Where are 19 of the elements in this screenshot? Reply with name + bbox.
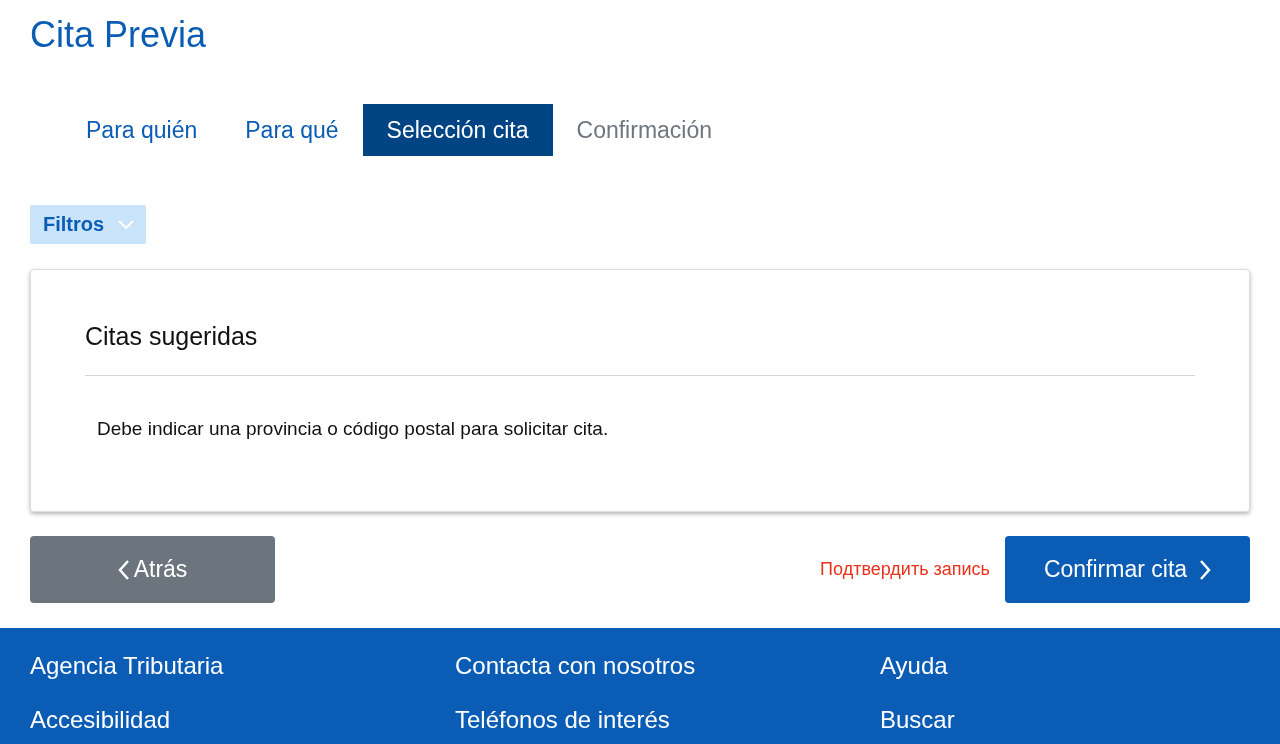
confirm-button[interactable]: Confirmar cita (1005, 536, 1250, 603)
info-message: Debe indicar una provincia o código postal para solicitar cita. (97, 418, 610, 440)
chevron-right-icon (1199, 558, 1212, 581)
step-tab[interactable]: Para qué (221, 104, 363, 156)
footer-link[interactable]: Agencia Tributaria (30, 652, 455, 680)
footer-link[interactable]: Accesibilidad (30, 706, 455, 734)
page-title: Cita Previa (30, 13, 208, 57)
step-tab[interactable]: Para quién (62, 104, 222, 156)
filters-button[interactable]: Filtros (30, 205, 147, 244)
confirm-note: Подтвердить запись (820, 559, 990, 580)
chevron-left-icon (117, 558, 130, 581)
footer-link[interactable]: Contacta con nosotros (455, 652, 880, 680)
footer-link[interactable]: Ayuda (880, 652, 1250, 680)
back-button[interactable]: Atrás (30, 536, 275, 603)
chevron-icon (118, 219, 135, 230)
footer-link[interactable]: Buscar (880, 706, 1250, 734)
step-tab[interactable]: Selección cita (362, 104, 553, 156)
card-title: Citas sugeridas (85, 322, 1195, 376)
footer-link[interactable]: Teléfonos de interés (455, 706, 880, 734)
